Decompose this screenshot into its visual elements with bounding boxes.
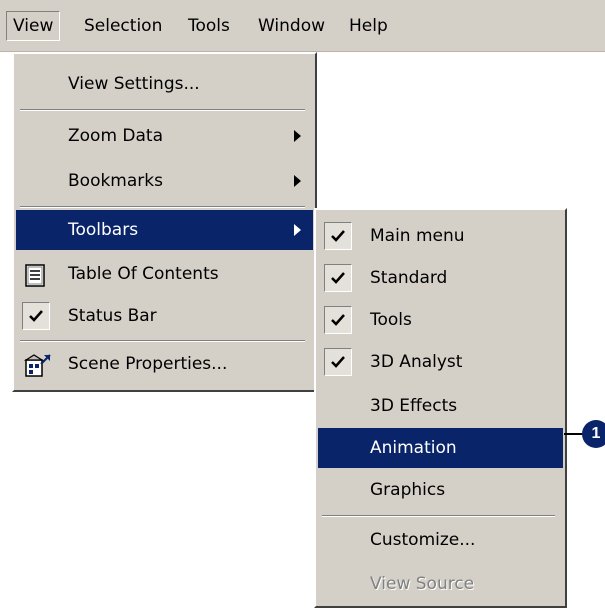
submenu-arrow-icon xyxy=(294,130,301,142)
check-icon xyxy=(29,310,43,322)
view-menu: View Settings... Zoom Data Bookmarks Too… xyxy=(12,52,317,392)
check-icon xyxy=(331,272,345,284)
toolbars-submenu: Main menu Standard Tools 3D Analyst 3D E… xyxy=(314,208,567,608)
toolbar-graphics-item[interactable]: Graphics xyxy=(318,470,563,510)
status-bar-label: Status Bar xyxy=(68,306,157,326)
menu-separator xyxy=(20,340,305,342)
checkbox xyxy=(324,264,352,292)
menu-window[interactable]: Window xyxy=(252,11,331,41)
bookmarks-label: Bookmarks xyxy=(68,171,163,191)
view-settings-item[interactable]: View Settings... xyxy=(16,64,313,104)
toolbars-item[interactable]: Toolbars xyxy=(16,210,313,250)
table-of-contents-item[interactable]: Table Of Contents xyxy=(16,254,313,294)
toolbar-3d-effects-label: 3D Effects xyxy=(370,396,458,416)
scene-properties-label: Scene Properties... xyxy=(68,354,228,374)
toolbar-3d-analyst-label: 3D Analyst xyxy=(370,352,463,372)
check-icon xyxy=(331,314,345,326)
view-source-item: View Source xyxy=(318,564,563,604)
check-icon xyxy=(331,230,345,242)
menu-view[interactable]: View xyxy=(6,11,61,41)
scene-properties-icon xyxy=(23,353,52,393)
toolbar-3d-analyst-item[interactable]: 3D Analyst xyxy=(318,342,563,382)
toolbars-label: Toolbars xyxy=(68,220,139,240)
menu-separator xyxy=(322,515,555,517)
toolbar-animation-label: Animation xyxy=(370,438,457,458)
callout-badge: 1 xyxy=(582,420,605,448)
customize-item[interactable]: Customize... xyxy=(318,520,563,560)
submenu-arrow-icon xyxy=(294,175,301,187)
bookmarks-item[interactable]: Bookmarks xyxy=(16,161,313,201)
toolbar-main-menu-label: Main menu xyxy=(370,226,465,246)
customize-label: Customize... xyxy=(370,530,476,550)
toolbar-main-menu-item[interactable]: Main menu xyxy=(318,216,563,256)
menu-bar: View Selection Tools Window Help xyxy=(0,0,605,52)
toolbar-tools-label: Tools xyxy=(370,310,412,330)
menu-separator xyxy=(20,206,305,208)
checkbox xyxy=(324,222,352,250)
view-settings-label: View Settings... xyxy=(68,74,200,94)
toolbar-graphics-label: Graphics xyxy=(370,480,446,500)
scene-properties-item[interactable]: Scene Properties... xyxy=(16,344,313,384)
toolbar-standard-label: Standard xyxy=(370,268,448,288)
zoom-data-item[interactable]: Zoom Data xyxy=(16,116,313,156)
check-icon xyxy=(331,356,345,368)
toolbar-animation-item[interactable]: Animation xyxy=(318,428,563,468)
table-of-contents-label: Table Of Contents xyxy=(68,264,219,284)
view-source-label: View Source xyxy=(370,574,475,594)
menu-selection[interactable]: Selection xyxy=(78,11,168,41)
zoom-data-label: Zoom Data xyxy=(68,126,164,146)
submenu-arrow-icon xyxy=(294,224,301,236)
toolbar-3d-effects-item[interactable]: 3D Effects xyxy=(318,386,563,426)
toolbar-tools-item[interactable]: Tools xyxy=(318,300,563,340)
menu-help[interactable]: Help xyxy=(343,11,394,41)
checkbox xyxy=(22,302,50,330)
status-bar-item[interactable]: Status Bar xyxy=(16,296,313,336)
toolbar-standard-item[interactable]: Standard xyxy=(318,258,563,298)
menu-tools[interactable]: Tools xyxy=(182,11,236,41)
checkbox xyxy=(324,306,352,334)
menu-separator xyxy=(20,109,305,111)
callout-line xyxy=(564,433,584,435)
checkbox xyxy=(324,348,352,376)
